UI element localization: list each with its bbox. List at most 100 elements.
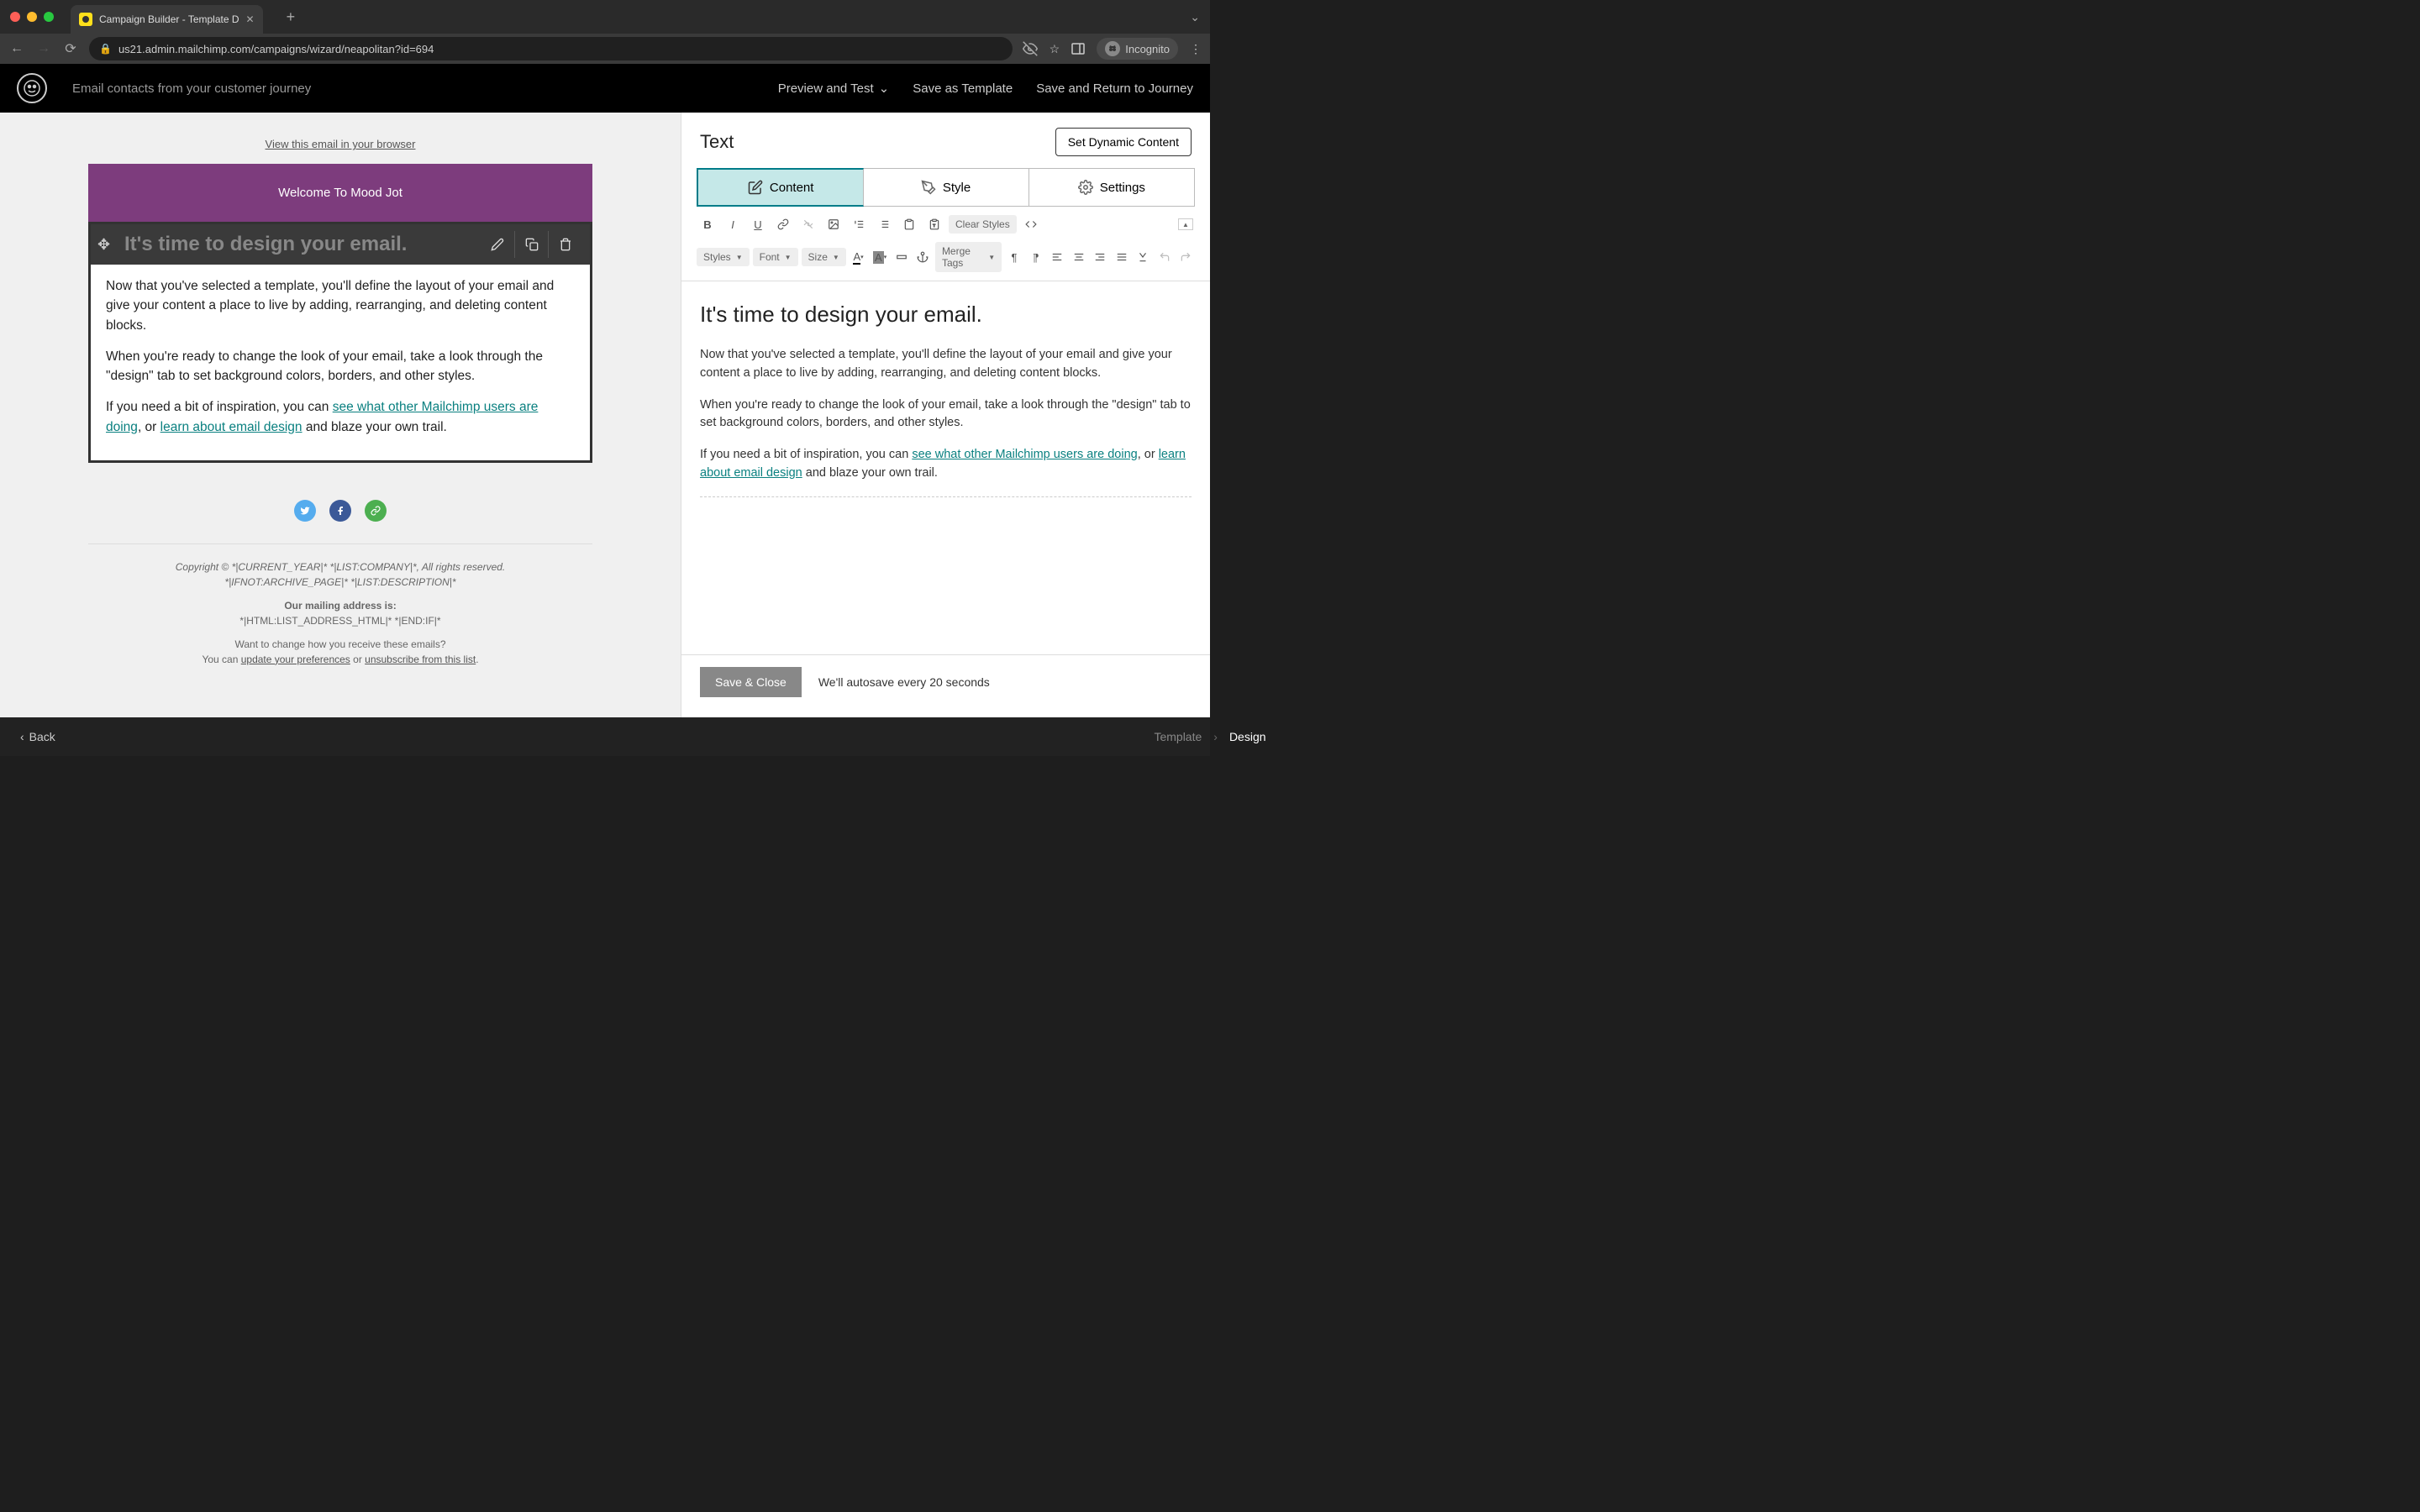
editor-panel: Text Set Dynamic Content Content Style: [681, 113, 1210, 717]
clear-styles-button[interactable]: Clear Styles: [949, 215, 1017, 234]
set-dynamic-content-button[interactable]: Set Dynamic Content: [1055, 128, 1192, 156]
learn-design-link[interactable]: learn about email design: [160, 420, 302, 434]
forward-icon: →: [35, 41, 52, 56]
panel-footer: Save & Close We'll autosave every 20 sec…: [681, 654, 1210, 717]
facebook-icon[interactable]: [329, 500, 351, 522]
copyright: Copyright © *|CURRENT_YEAR|* *|LIST:COMP…: [88, 561, 592, 573]
lock-icon: 🔒: [99, 43, 112, 55]
save-close-button[interactable]: Save & Close: [700, 667, 802, 697]
bold-button[interactable]: B: [697, 213, 718, 235]
url-input[interactable]: 🔒 us21.admin.mailchimp.com/campaigns/wiz…: [89, 37, 1013, 60]
menu-icon[interactable]: ⋮: [1190, 42, 1202, 56]
save-return-button[interactable]: Save and Return to Journey: [1036, 81, 1193, 96]
underline-button[interactable]: U: [747, 213, 769, 235]
rte-toolbar-1: B I U T Clear Styles: [681, 207, 1210, 239]
view-in-browser-link[interactable]: View this email in your browser: [88, 129, 592, 164]
close-window[interactable]: [10, 12, 20, 22]
source-code-button[interactable]: [1020, 213, 1042, 235]
link-button[interactable]: [772, 213, 794, 235]
paragraph: Now that you've selected a template, you…: [106, 276, 575, 335]
font-dropdown[interactable]: Font▼: [753, 248, 798, 266]
maximize-window[interactable]: [44, 12, 54, 22]
redo-button[interactable]: [1176, 246, 1195, 268]
mailchimp-favicon: [79, 13, 92, 26]
rich-text-editor[interactable]: It's time to design your email. Now that…: [681, 281, 1210, 654]
block-body[interactable]: Now that you've selected a template, you…: [91, 265, 590, 460]
image-button[interactable]: [823, 213, 844, 235]
edit-block-icon[interactable]: [481, 231, 514, 258]
drag-handle-icon[interactable]: ✥: [97, 236, 110, 254]
editor-heading: It's time to design your email.: [700, 298, 1192, 331]
incognito-badge[interactable]: Incognito: [1097, 38, 1178, 60]
paste-button[interactable]: [898, 213, 920, 235]
incognito-icon: [1105, 41, 1120, 56]
content-icon: [748, 180, 763, 195]
chevron-right-icon: ›: [1213, 730, 1218, 743]
editor-paragraph: When you're ready to change the look of …: [700, 396, 1192, 433]
editor-paragraph: If you need a bit of inspiration, you ca…: [700, 446, 1192, 483]
welcome-banner[interactable]: Welcome To Mood Jot: [88, 164, 592, 222]
align-justify-button[interactable]: [1113, 246, 1131, 268]
email-canvas[interactable]: View this email in your browser Welcome …: [0, 113, 681, 717]
tab-close-icon[interactable]: ✕: [246, 13, 255, 25]
bg-color-button[interactable]: A▾: [871, 246, 889, 268]
star-icon[interactable]: ☆: [1050, 42, 1060, 56]
styles-dropdown[interactable]: Styles▼: [697, 248, 750, 266]
duplicate-block-icon[interactable]: [514, 231, 548, 258]
browser-actions: ☆ Incognito ⋮: [1023, 38, 1202, 60]
sidepanel-icon[interactable]: [1071, 42, 1085, 55]
unordered-list-button[interactable]: [873, 213, 895, 235]
hr-button[interactable]: [892, 246, 911, 268]
settings-icon: [1078, 180, 1093, 195]
tab-settings[interactable]: Settings: [1029, 169, 1194, 206]
delete-block-icon[interactable]: [548, 231, 581, 258]
new-tab-button[interactable]: +: [287, 8, 296, 26]
back-icon[interactable]: ←: [8, 41, 25, 56]
collapse-toolbar-icon[interactable]: ▲: [1178, 218, 1193, 230]
paragraph: When you're ready to change the look of …: [106, 347, 575, 386]
ordered-list-button[interactable]: [848, 213, 870, 235]
preview-test-dropdown[interactable]: Preview and Test ⌄: [778, 81, 890, 96]
rte-toolbar-2: Styles▼ Font▼ Size▼ A▾ A▾ Merge Tags▼ ¶ …: [681, 239, 1210, 281]
align-center-button[interactable]: [1070, 246, 1088, 268]
tab-content[interactable]: Content: [697, 168, 864, 207]
undo-button[interactable]: [1155, 246, 1174, 268]
url-text: us21.admin.mailchimp.com/campaigns/wizar…: [118, 43, 434, 55]
eye-off-icon[interactable]: [1023, 41, 1038, 56]
email-footer[interactable]: Copyright © *|CURRENT_YEAR|* *|LIST:COMP…: [88, 543, 592, 685]
merge-tags-dropdown[interactable]: Merge Tags▼: [935, 242, 1002, 272]
app-header: Email contacts from your customer journe…: [0, 64, 1210, 113]
text-color-button[interactable]: A▾: [850, 246, 868, 268]
size-dropdown[interactable]: Size▼: [802, 248, 846, 266]
rtl-button[interactable]: ¶: [1027, 246, 1045, 268]
social-row[interactable]: [294, 486, 387, 535]
anchor-button[interactable]: [913, 246, 932, 268]
mailchimp-logo[interactable]: [17, 73, 47, 103]
save-as-template-button[interactable]: Save as Template: [913, 81, 1013, 96]
ltr-button[interactable]: ¶: [1005, 246, 1023, 268]
twitter-icon[interactable]: [294, 500, 316, 522]
align-right-button[interactable]: [1091, 246, 1109, 268]
crumb-template[interactable]: Template: [1154, 730, 1202, 743]
tab-style[interactable]: Style: [863, 169, 1028, 206]
browser-tab-strip: Campaign Builder - Template D ✕ + ⌄: [0, 0, 1210, 34]
back-button[interactable]: ‹ Back: [20, 730, 55, 743]
special-char-button[interactable]: [1134, 246, 1152, 268]
archive-merge: *|IFNOT:ARCHIVE_PAGE|* *|LIST:DESCRIPTIO…: [88, 576, 592, 588]
browser-tab[interactable]: Campaign Builder - Template D ✕: [71, 5, 263, 34]
minimize-window[interactable]: [27, 12, 37, 22]
tab-overflow-icon[interactable]: ⌄: [1190, 10, 1200, 24]
unsubscribe-link[interactable]: unsubscribe from this list: [365, 654, 476, 665]
editor-link[interactable]: see what other Mailchimp users are doing: [912, 448, 1137, 461]
paste-text-button[interactable]: T: [923, 213, 945, 235]
chevron-down-icon: ⌄: [879, 81, 890, 96]
crumb-design[interactable]: Design: [1229, 730, 1266, 743]
italic-button[interactable]: I: [722, 213, 744, 235]
reload-icon[interactable]: ⟳: [62, 40, 79, 57]
text-block-selected[interactable]: ✥ It's time to design your email.: [88, 222, 592, 463]
mailing-label: Our mailing address is:: [88, 600, 592, 612]
align-left-button[interactable]: [1048, 246, 1066, 268]
block-heading-preview: It's time to design your email.: [124, 233, 407, 256]
link-icon[interactable]: [365, 500, 387, 522]
update-prefs-link[interactable]: update your preferences: [241, 654, 350, 665]
